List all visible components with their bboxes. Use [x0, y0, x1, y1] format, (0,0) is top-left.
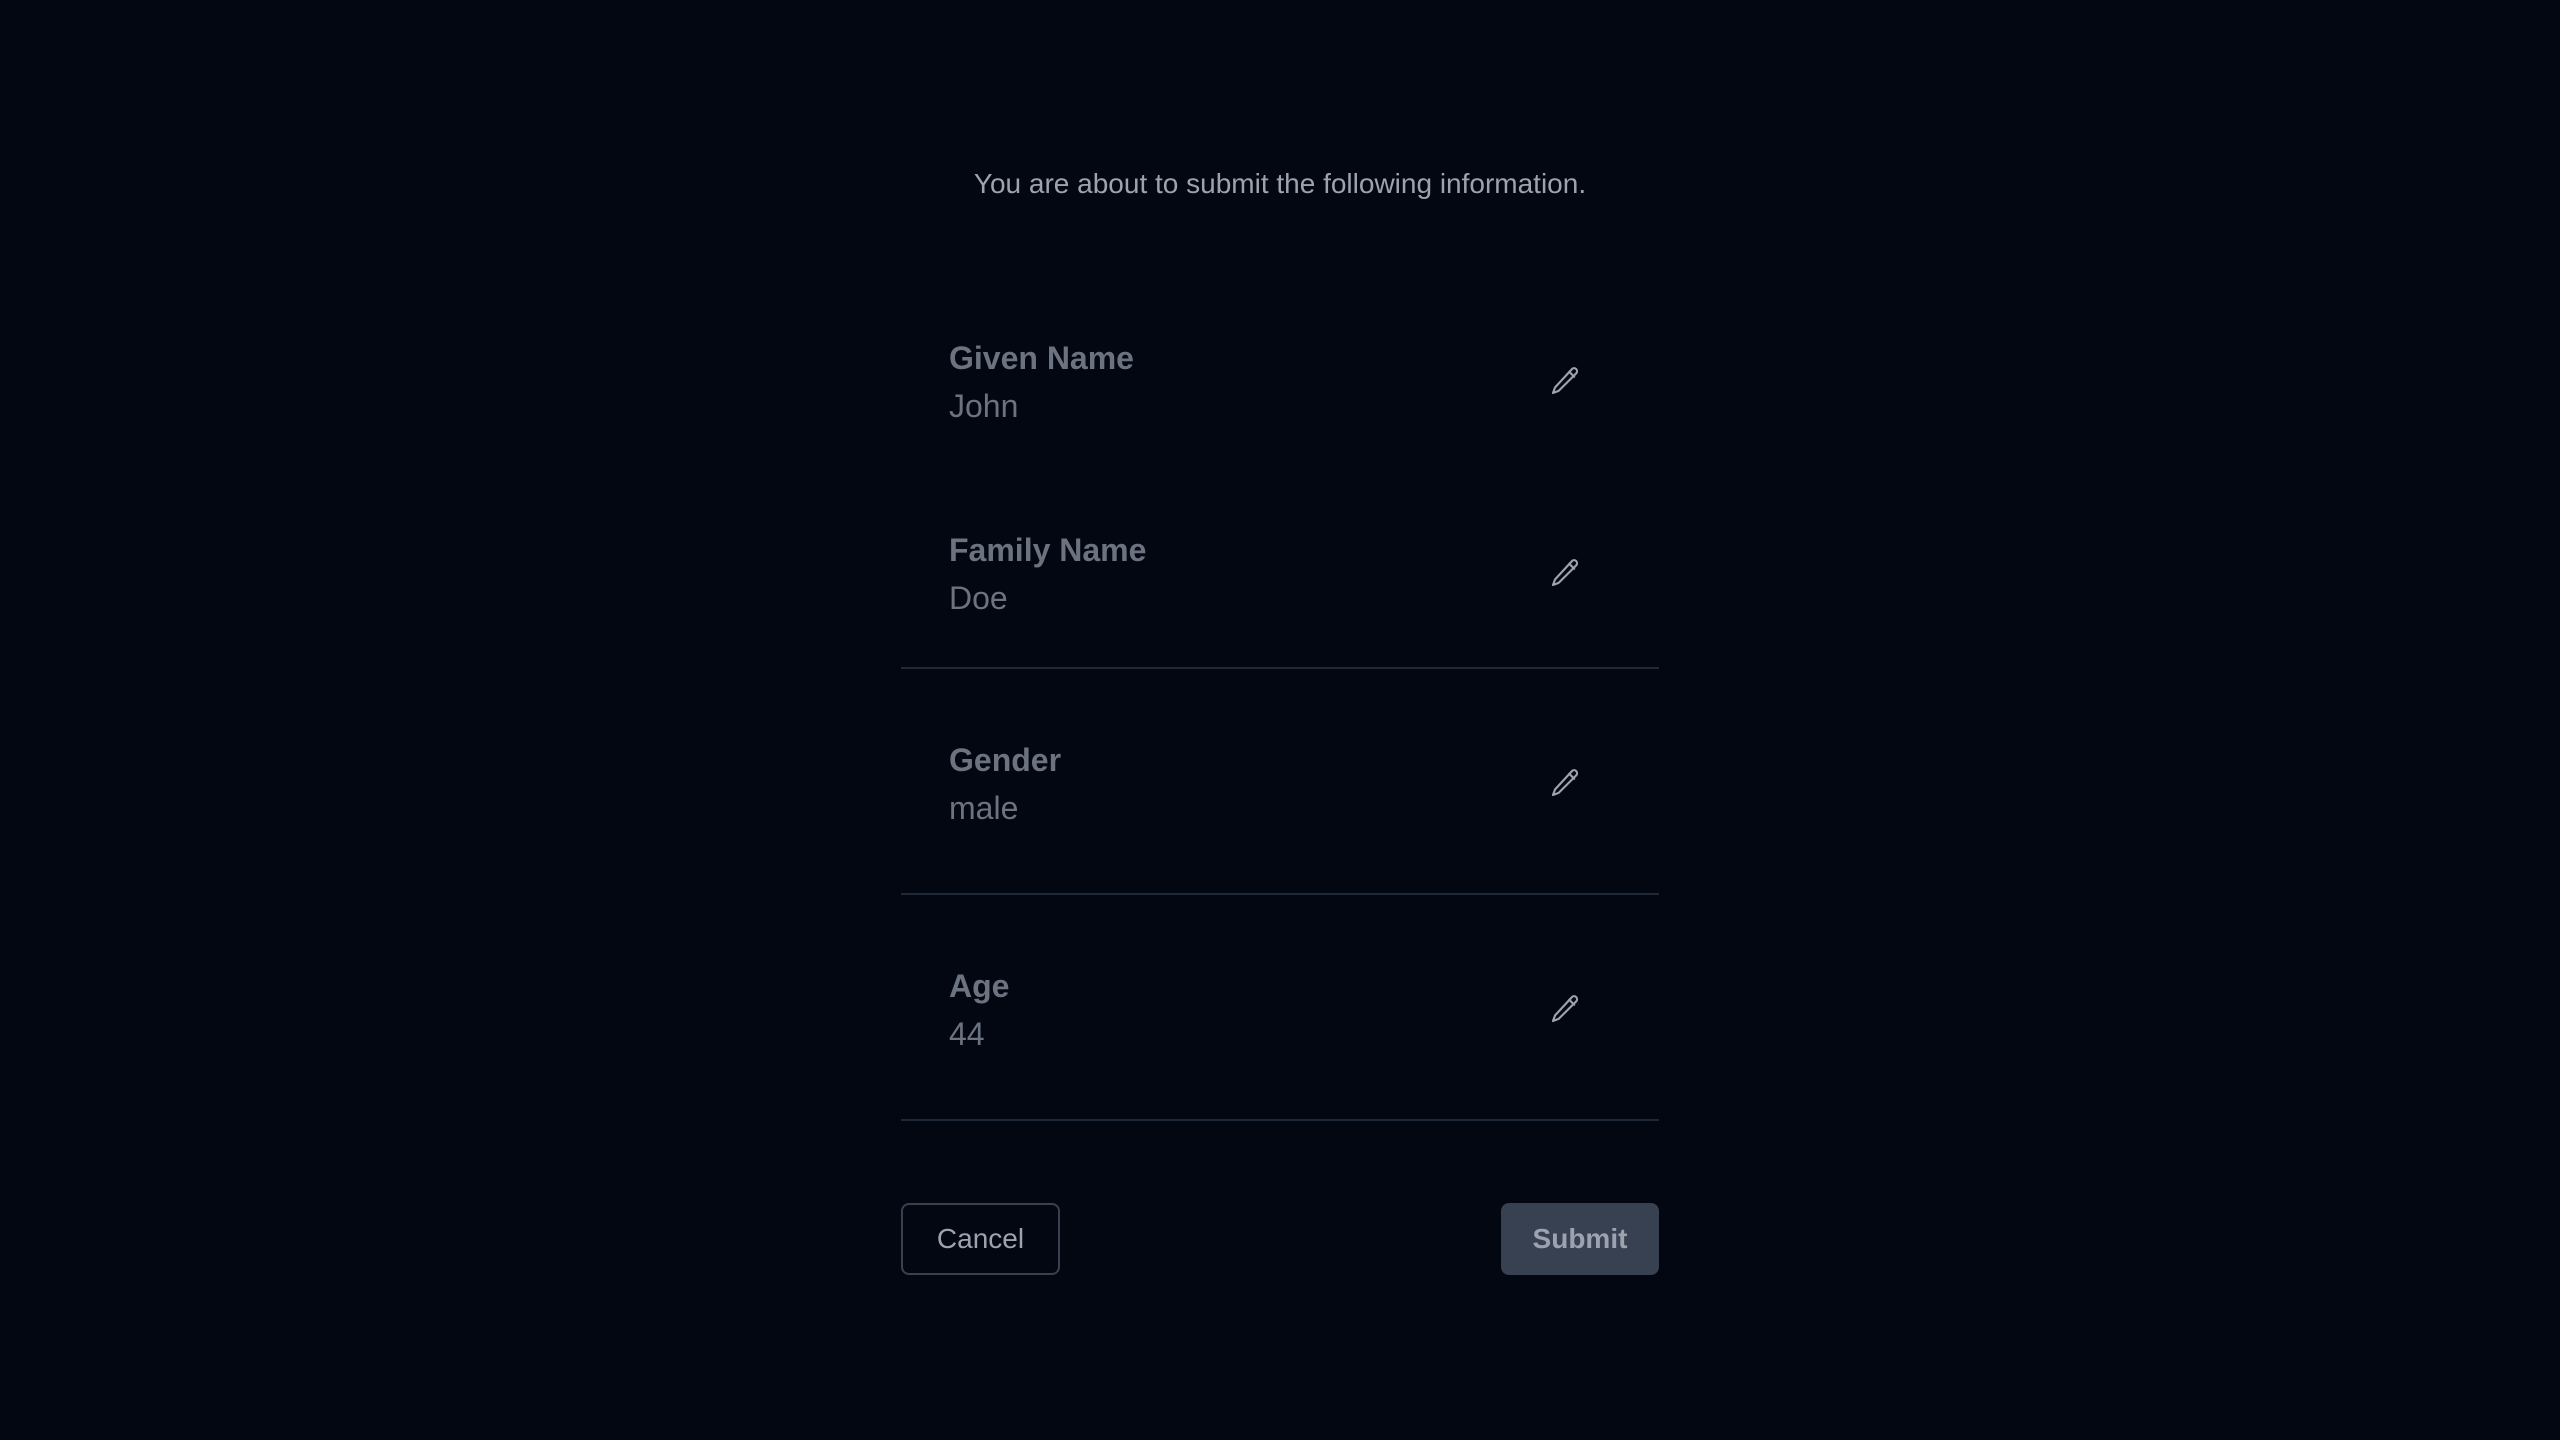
field-age: Age 44 [901, 895, 1659, 1121]
pencil-icon [1551, 769, 1579, 797]
form-actions: Cancel Submit [901, 1203, 1659, 1275]
edit-family-name-button[interactable] [1545, 553, 1585, 593]
field-family-name: Family Name Doe [901, 475, 1659, 669]
submit-button[interactable]: Submit [1501, 1203, 1659, 1275]
cancel-button[interactable]: Cancel [901, 1203, 1060, 1275]
summary-list: Given Name John Family Name Doe Gender m… [901, 283, 1659, 1121]
pencil-icon [1551, 995, 1579, 1023]
edit-given-name-button[interactable] [1545, 361, 1585, 401]
pencil-icon [1551, 367, 1579, 395]
confirmation-page: You are about to submit the following in… [0, 0, 2560, 1440]
edit-gender-button[interactable] [1545, 763, 1585, 803]
edit-age-button[interactable] [1545, 989, 1585, 1029]
field-given-name: Given Name John [901, 283, 1659, 475]
intro-text: You are about to submit the following in… [973, 168, 1587, 199]
pencil-icon [1551, 559, 1579, 587]
field-gender: Gender male [901, 669, 1659, 895]
